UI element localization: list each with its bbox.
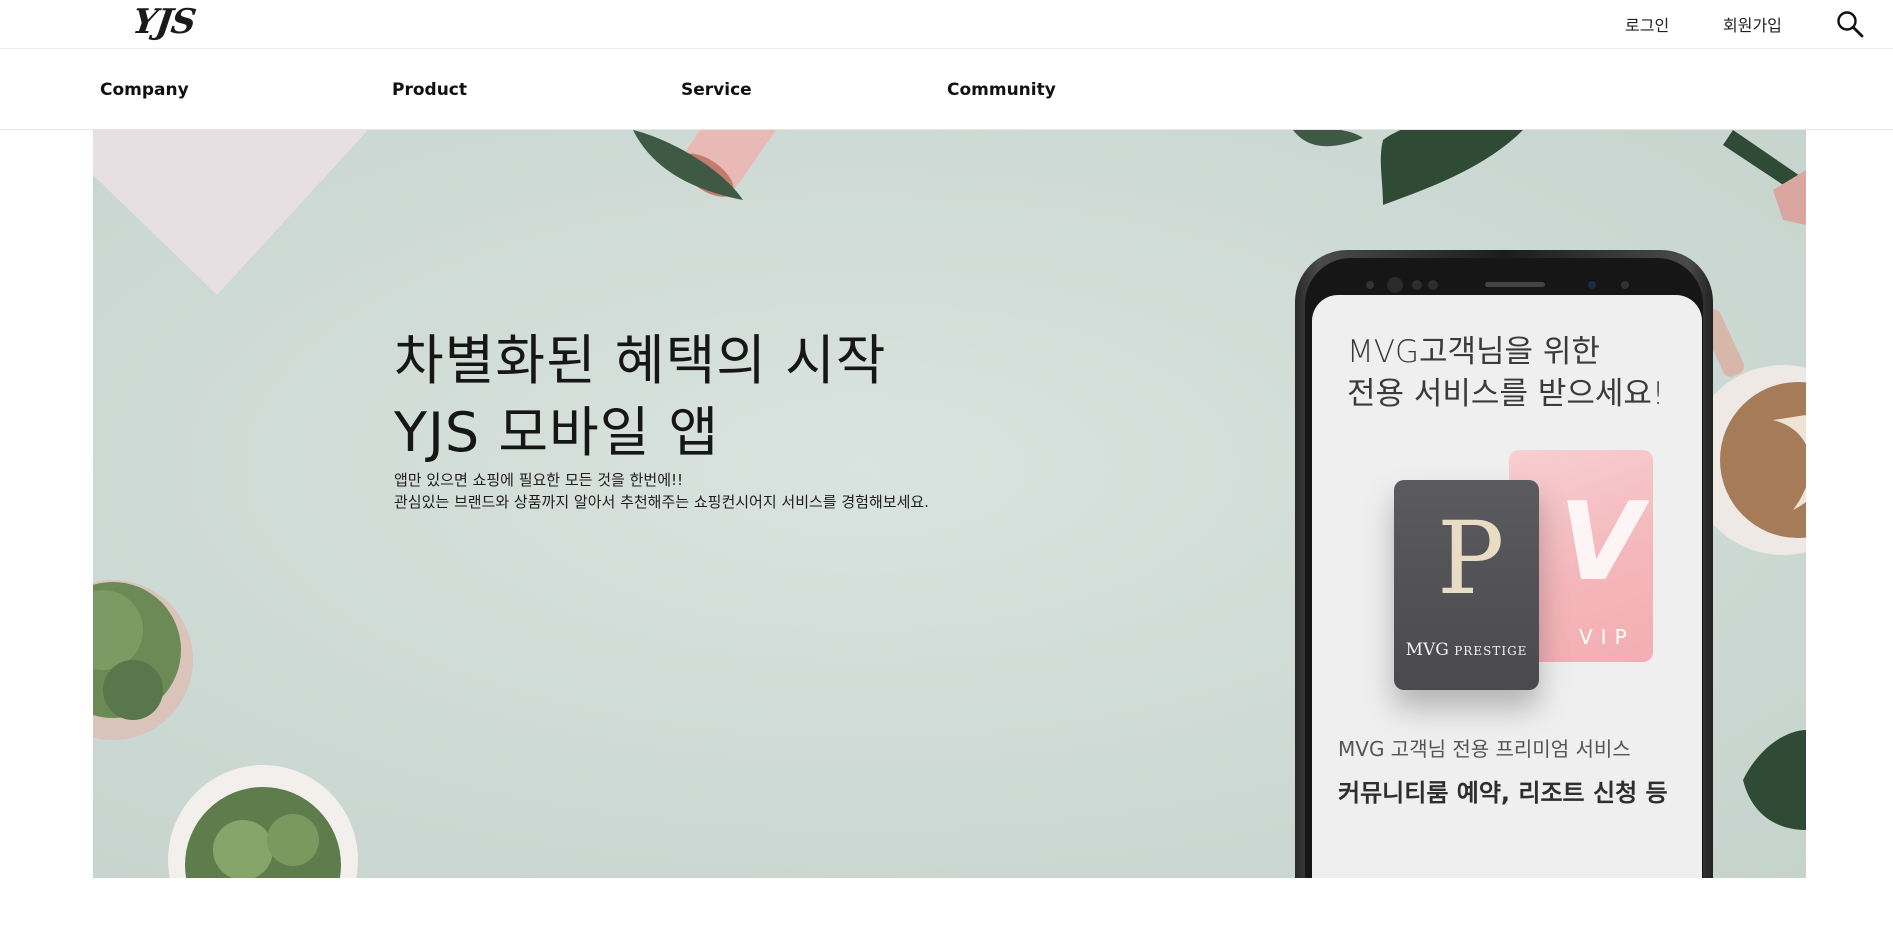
phone-screen: MVG고객님을 위한 전용 서비스를 받으세요! V VIP P MVG PRE…	[1312, 295, 1702, 878]
hero-title-line2: YJS 모바일 앱	[394, 401, 720, 464]
hero-title: 차별화된 혜택의 시작 YJS 모바일 앱	[394, 325, 886, 469]
hero-sub-line2: 관심있는 브랜드와 상품까지 알아서 추천해주는 쇼핑컨시어지 서비스를 경험해…	[394, 493, 929, 511]
nav-item-community[interactable]: Community	[947, 80, 1056, 100]
top-bar: YJS 로그인 회원가입	[0, 0, 1893, 49]
hero-title-line1: 차별화된 혜택의 시작	[394, 329, 887, 392]
prestige-card-label: MVG PRESTIGE	[1394, 640, 1539, 660]
hero-sub-line1: 앱만 있으면 쇼핑에 필요한 모든 것을 한번에!!	[394, 471, 684, 489]
prestige-card: P MVG PRESTIGE	[1394, 480, 1539, 690]
phone-heading-line1: MVG고객님을 위한	[1347, 334, 1600, 370]
phone-caption: MVG 고객님 전용 프리미엄 서비스	[1338, 737, 1631, 761]
hero-subtitle: 앱만 있으면 쇼핑에 필요한 모든 것을 한번에!! 관심있는 브랜드와 상품까…	[394, 469, 929, 513]
login-link[interactable]: 로그인	[1625, 12, 1669, 36]
nav-item-product[interactable]: Product	[392, 80, 467, 100]
vip-card-name: VIP	[1579, 625, 1635, 649]
phone-caption-bold: 커뮤니티룸 예약, 리조트 신청 등	[1338, 779, 1668, 807]
nav-item-service[interactable]: Service	[681, 80, 752, 100]
search-icon[interactable]	[1835, 9, 1865, 39]
prestige-card-letter: P	[1437, 500, 1505, 617]
phone-mockup: MVG고객님을 위한 전용 서비스를 받으세요! V VIP P MVG PRE…	[1295, 250, 1713, 878]
nav-item-company[interactable]: Company	[100, 80, 189, 100]
vip-card-letter: V	[1559, 480, 1643, 605]
prestige-card-name: MVG	[1405, 640, 1449, 660]
main-nav: Company Product Service Community	[0, 49, 1893, 130]
prestige-card-tier: PRESTIGE	[1454, 644, 1528, 658]
join-link[interactable]: 회원가입	[1723, 12, 1782, 36]
hero-banner: 차별화된 혜택의 시작 YJS 모바일 앱 앱만 있으면 쇼핑에 필요한 모든 …	[93, 130, 1806, 878]
logo[interactable]: YJS	[130, 2, 198, 42]
phone-heading: MVG고객님을 위한 전용 서비스를 받으세요!	[1347, 331, 1664, 415]
phone-heading-line2: 전용 서비스를 받으세요!	[1347, 376, 1665, 412]
